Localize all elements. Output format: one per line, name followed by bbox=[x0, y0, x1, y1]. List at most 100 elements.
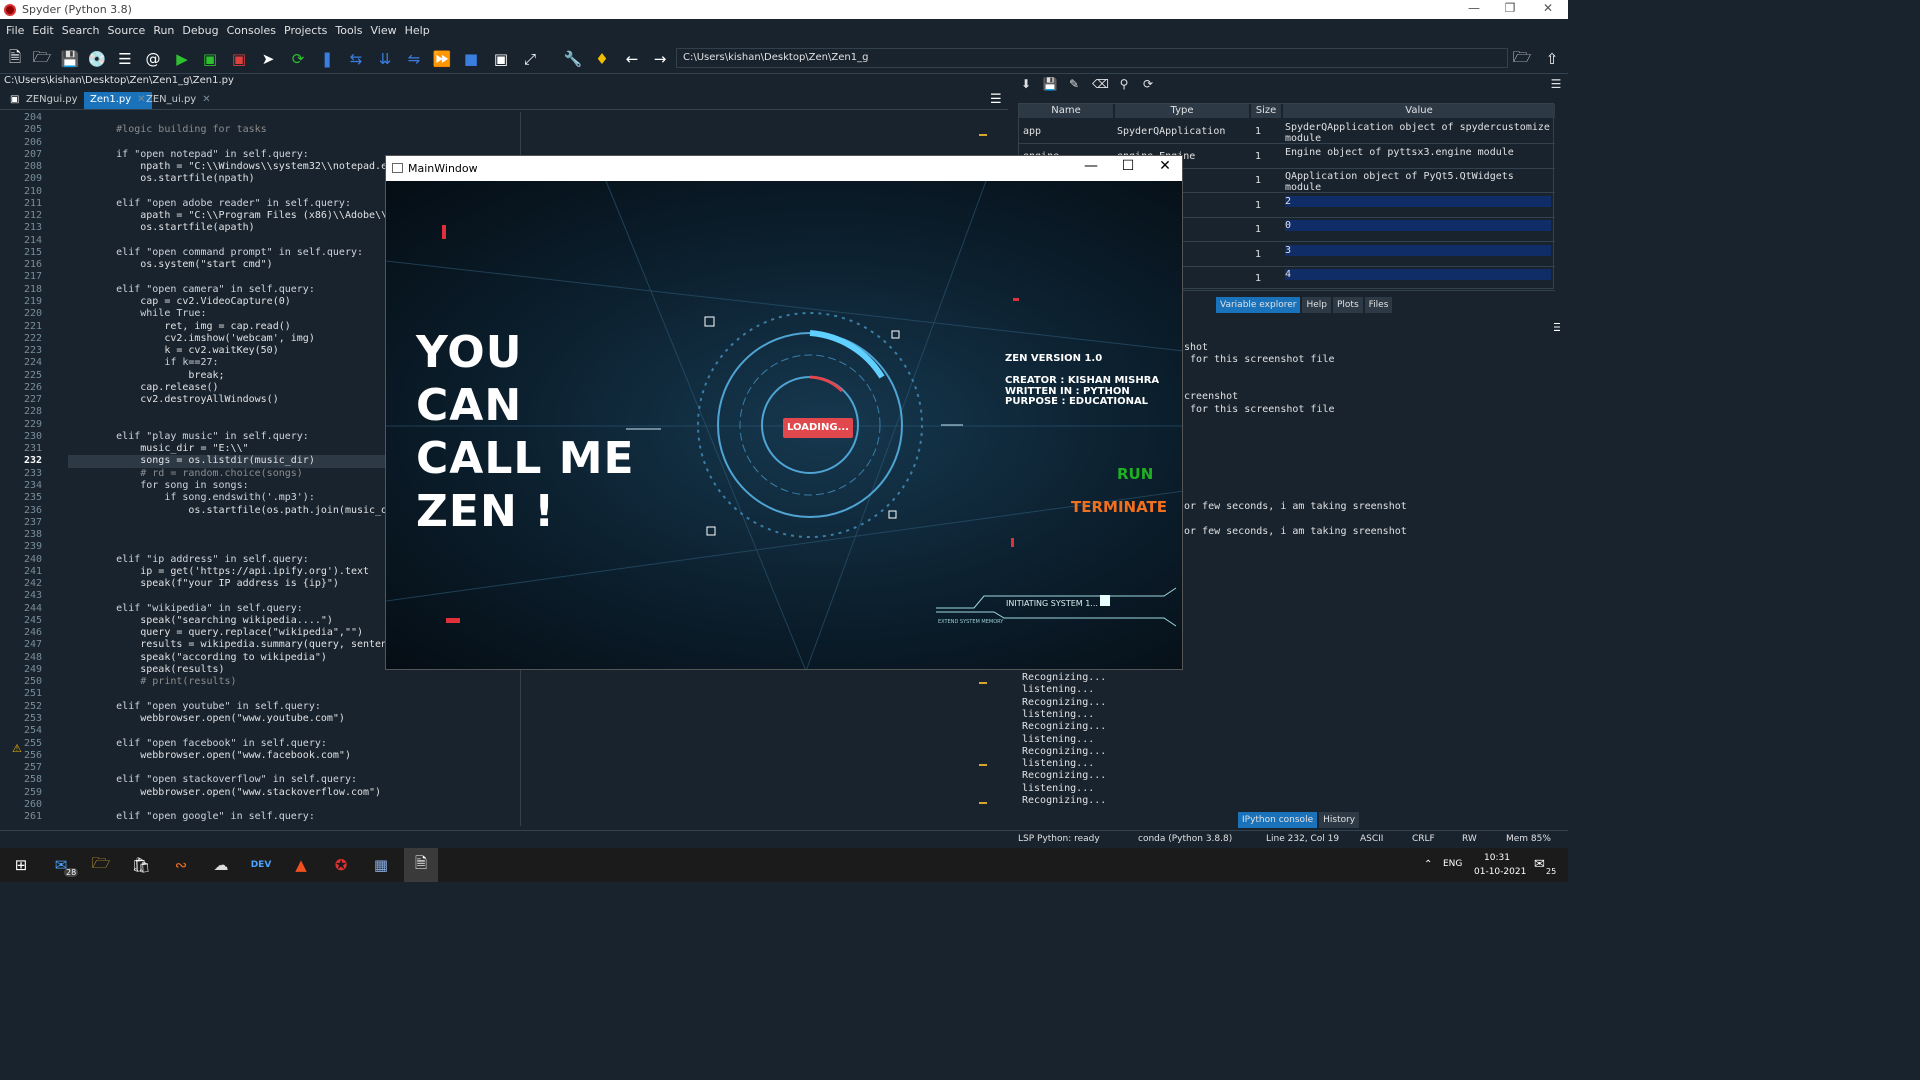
new-file-icon[interactable]: 🗎 bbox=[5, 48, 25, 69]
back-icon[interactable]: ← bbox=[622, 49, 642, 69]
menu-help[interactable]: Help bbox=[401, 24, 434, 37]
col-size[interactable]: Size bbox=[1251, 104, 1281, 118]
mw-close-icon[interactable]: ✕ bbox=[1150, 158, 1180, 174]
close-tab-icon[interactable]: ✕ bbox=[202, 94, 210, 105]
dev-cpp-icon[interactable]: DEV bbox=[250, 854, 272, 876]
code-line[interactable] bbox=[68, 799, 988, 811]
notification-icon[interactable]: ✉ bbox=[1534, 857, 1545, 872]
code-line[interactable] bbox=[68, 688, 988, 700]
mw-minimize-icon[interactable]: — bbox=[1076, 158, 1106, 174]
code-line[interactable]: # print(results) bbox=[68, 676, 988, 688]
run-cell-advance-icon[interactable]: ▣ bbox=[229, 49, 249, 69]
code-line[interactable] bbox=[68, 112, 988, 124]
zen-main-window[interactable]: MainWindow — ☐ ✕ YOU CAN CALL ME ZEN ! L… bbox=[385, 155, 1183, 670]
menu-search[interactable]: Search bbox=[58, 24, 104, 37]
at-icon[interactable]: @ bbox=[143, 49, 163, 69]
code-line[interactable]: #logic building for tasks bbox=[68, 124, 988, 136]
windows-start-icon[interactable]: ⊞ bbox=[10, 854, 32, 876]
pane-options-icon[interactable]: ☰ bbox=[1548, 77, 1564, 93]
run-button[interactable]: RUN bbox=[1117, 465, 1153, 483]
menu-edit[interactable]: Edit bbox=[28, 24, 57, 37]
forward-icon[interactable]: → bbox=[650, 49, 670, 69]
code-line[interactable] bbox=[68, 725, 988, 737]
tab-variable-explorer[interactable]: Variable explorer bbox=[1216, 297, 1301, 313]
refresh-icon[interactable]: ⟳ bbox=[1140, 77, 1156, 93]
run-cell-icon[interactable]: ▣ bbox=[200, 49, 220, 69]
variable-type: SpyderQApplication bbox=[1117, 126, 1226, 137]
save-icon[interactable]: 💾 bbox=[60, 49, 80, 69]
fullscreen-icon[interactable]: ⤢ bbox=[520, 49, 540, 69]
menu-projects[interactable]: Projects bbox=[280, 24, 331, 37]
menu-debug[interactable]: Debug bbox=[178, 24, 222, 37]
code-line[interactable]: elif "open stackoverflow" in self.query: bbox=[68, 774, 988, 786]
import-data-icon[interactable]: ⬇ bbox=[1018, 77, 1034, 93]
brave-icon[interactable]: ▲ bbox=[290, 854, 312, 876]
close-icon[interactable]: ✕ bbox=[1530, 0, 1566, 19]
tab-help[interactable]: Help bbox=[1302, 297, 1331, 313]
run-selection-icon[interactable]: ➤ bbox=[258, 49, 278, 69]
list-icon[interactable]: ☰ bbox=[115, 49, 135, 69]
code-line[interactable]: elif "open facebook" in self.query: bbox=[68, 738, 988, 750]
chat-icon[interactable]: ☁ bbox=[210, 854, 232, 876]
search-icon[interactable]: ⚲ bbox=[1116, 77, 1132, 93]
code-line[interactable]: webbrowser.open("www.stackoverflow.com") bbox=[68, 787, 988, 799]
continue-icon[interactable]: ⏩ bbox=[432, 49, 452, 69]
rerun-icon[interactable]: ⟳ bbox=[288, 49, 308, 69]
editor-options-icon[interactable]: ☰ bbox=[984, 92, 1008, 109]
tab-ipython-console[interactable]: IPython console bbox=[1238, 812, 1318, 828]
tab-files[interactable]: Files bbox=[1364, 297, 1393, 313]
file-explorer-icon[interactable]: 🗁 bbox=[90, 854, 112, 876]
tab-plots[interactable]: Plots bbox=[1333, 297, 1363, 313]
code-line[interactable] bbox=[68, 762, 988, 774]
store-icon[interactable]: 🛍 bbox=[130, 854, 152, 876]
jupyter-icon[interactable]: ∾ bbox=[170, 854, 192, 876]
terminate-button[interactable]: TERMINATE bbox=[1071, 498, 1167, 516]
save-data-as-icon[interactable]: ✎ bbox=[1066, 77, 1082, 93]
debug-icon[interactable]: ❚ bbox=[317, 49, 337, 69]
step-icon[interactable]: ⇆ bbox=[346, 49, 366, 69]
preferences-icon[interactable]: 🔧 bbox=[563, 49, 583, 69]
open-file-icon[interactable]: 🗁 bbox=[32, 48, 52, 69]
code-line[interactable]: webbrowser.open("www.youtube.com") bbox=[68, 713, 988, 725]
run-icon[interactable]: ▶ bbox=[172, 49, 192, 69]
menu-tools[interactable]: Tools bbox=[331, 24, 366, 37]
menu-view[interactable]: View bbox=[366, 24, 400, 37]
document-icon[interactable]: 🗎 bbox=[404, 848, 438, 882]
remove-all-icon[interactable]: ⌫ bbox=[1092, 77, 1109, 93]
clock-date[interactable]: 01-10-2021 bbox=[1474, 867, 1526, 877]
warning-icon[interactable]: ⚠ bbox=[12, 742, 22, 755]
working-directory-input[interactable]: C:\Users\kishan\Desktop\Zen\Zen1_g bbox=[676, 48, 1508, 68]
save-all-icon[interactable]: 💿 bbox=[87, 49, 107, 69]
col-type[interactable]: Type bbox=[1115, 104, 1249, 118]
tab-history[interactable]: History bbox=[1319, 812, 1360, 828]
tray-chevron-icon[interactable]: ⌃ bbox=[1424, 859, 1432, 870]
python-path-icon[interactable]: ♦ bbox=[592, 49, 612, 69]
parent-dir-icon[interactable]: ⇧ bbox=[1542, 49, 1562, 69]
step-return-icon[interactable]: ⇋ bbox=[404, 49, 424, 69]
menu-source[interactable]: Source bbox=[104, 24, 150, 37]
col-name[interactable]: Name bbox=[1019, 104, 1113, 118]
save-data-icon[interactable]: 💾 bbox=[1042, 77, 1058, 93]
menu-consoles[interactable]: Consoles bbox=[223, 24, 280, 37]
code-line[interactable]: elif "open youtube" in self.query: bbox=[68, 701, 988, 713]
variable-row[interactable]: app SpyderQApplication 1 SpyderQApplication… bbox=[1019, 120, 1555, 144]
col-value[interactable]: Value bbox=[1283, 104, 1555, 118]
code-line[interactable]: elif "open google" in self.query: bbox=[68, 811, 988, 823]
code-line[interactable] bbox=[68, 137, 988, 149]
step-into-icon[interactable]: ⇊ bbox=[375, 49, 395, 69]
spyder-icon[interactable]: ✪ bbox=[330, 854, 352, 876]
restore-icon[interactable]: ❐ bbox=[1492, 0, 1528, 19]
maximize-pane-icon[interactable]: ▣ bbox=[491, 49, 511, 69]
tab-zen-ui[interactable]: ZEN_ui.py ✕ bbox=[140, 92, 217, 109]
menu-file[interactable]: File bbox=[2, 24, 28, 37]
clock-time[interactable]: 10:31 bbox=[1484, 853, 1510, 863]
code-line[interactable]: webbrowser.open("www.facebook.com") bbox=[68, 750, 988, 762]
language-indicator[interactable]: ENG bbox=[1443, 859, 1462, 869]
stop-debug-icon[interactable]: ■ bbox=[461, 49, 481, 69]
minimize-icon[interactable]: — bbox=[1456, 0, 1492, 19]
menu-run[interactable]: Run bbox=[149, 24, 178, 37]
browse-folder-icon[interactable]: 🗁 bbox=[1512, 48, 1532, 69]
mw-maximize-icon[interactable]: ☐ bbox=[1113, 158, 1143, 174]
notes-icon[interactable]: ▦ bbox=[370, 854, 392, 876]
editor-file-path: C:\Users\kishan\Desktop\Zen\Zen1_g\Zen1.… bbox=[4, 75, 234, 86]
